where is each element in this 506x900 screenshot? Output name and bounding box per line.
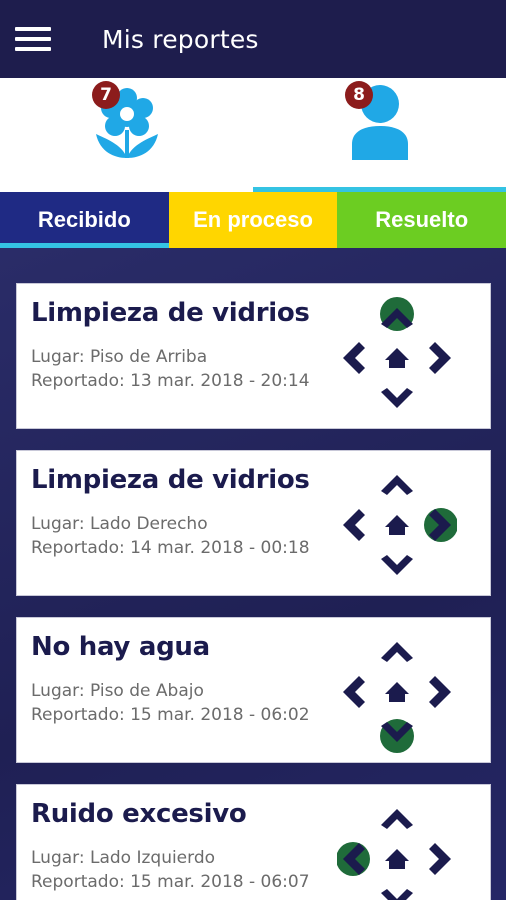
report-date: Reportado: 13 mar. 2018 - 20:14 xyxy=(31,371,310,391)
direction-pad-icon xyxy=(343,475,457,575)
tab-recibido[interactable]: Recibido xyxy=(0,192,169,248)
report-card[interactable]: No hay agua Lugar: Piso de Abajo Reporta… xyxy=(16,617,491,763)
arrow-left-icon xyxy=(343,342,365,374)
tab-label: Resuelto xyxy=(375,207,469,232)
tab-resuelto[interactable]: Resuelto xyxy=(337,192,506,248)
home-icon xyxy=(385,348,409,368)
app-bar: Mis reportes xyxy=(0,0,506,78)
direction-pad-icon xyxy=(343,297,451,408)
report-card[interactable]: Limpieza de vidrios Lugar: Piso de Arrib… xyxy=(16,283,491,429)
report-date: Reportado: 14 mar. 2018 - 00:18 xyxy=(31,538,310,558)
report-title: Limpieza de vidrios xyxy=(31,465,310,495)
arrow-down-icon xyxy=(381,889,413,900)
report-title: No hay agua xyxy=(31,632,210,662)
tab-label: Recibido xyxy=(37,207,131,232)
category-bar: 7 8 xyxy=(0,78,506,192)
arrow-up-icon xyxy=(381,475,413,495)
arrow-up-icon xyxy=(381,642,413,662)
arrow-up-icon xyxy=(381,809,413,829)
arrow-right-icon xyxy=(429,676,451,708)
report-date: Reportado: 15 mar. 2018 - 06:07 xyxy=(31,872,310,892)
status-tabs: Recibido En proceso Resuelto xyxy=(0,192,506,248)
report-place: Lugar: Piso de Arriba xyxy=(31,347,208,367)
arrow-right-icon xyxy=(429,342,451,374)
report-date: Reportado: 15 mar. 2018 - 06:02 xyxy=(31,705,310,725)
notification-badge: 7 xyxy=(92,81,120,109)
report-title: Ruido excesivo xyxy=(31,799,247,829)
home-icon xyxy=(385,682,409,702)
home-icon xyxy=(385,849,409,869)
direction-pad-icon xyxy=(343,642,451,753)
report-place: Lugar: Lado Derecho xyxy=(31,514,208,534)
direction-pad-icon xyxy=(337,809,451,900)
hamburger-menu-icon[interactable] xyxy=(15,25,55,53)
notification-badge: 8 xyxy=(345,81,373,109)
arrow-left-icon xyxy=(343,676,365,708)
report-place: Lugar: Lado Izquierdo xyxy=(31,848,216,868)
report-card[interactable]: Limpieza de vidrios Lugar: Lado Derecho … xyxy=(16,450,491,596)
category-flower[interactable]: 7 xyxy=(0,78,253,192)
page-title: Mis reportes xyxy=(102,24,259,54)
arrow-down-icon xyxy=(381,388,413,408)
report-card[interactable]: Ruido excesivo Lugar: Lado Izquierdo Rep… xyxy=(16,784,491,900)
tab-en-proceso[interactable]: En proceso xyxy=(168,192,338,248)
home-icon xyxy=(385,515,409,535)
report-list: Limpieza de vidrios Lugar: Piso de Arrib… xyxy=(0,248,506,900)
report-place: Lugar: Piso de Abajo xyxy=(31,681,204,701)
arrow-down-icon xyxy=(381,555,413,575)
arrow-right-icon xyxy=(429,843,451,875)
report-title: Limpieza de vidrios xyxy=(31,298,310,328)
category-user[interactable]: 8 xyxy=(253,78,506,192)
tab-label: En proceso xyxy=(193,207,313,232)
arrow-left-icon xyxy=(343,509,365,541)
